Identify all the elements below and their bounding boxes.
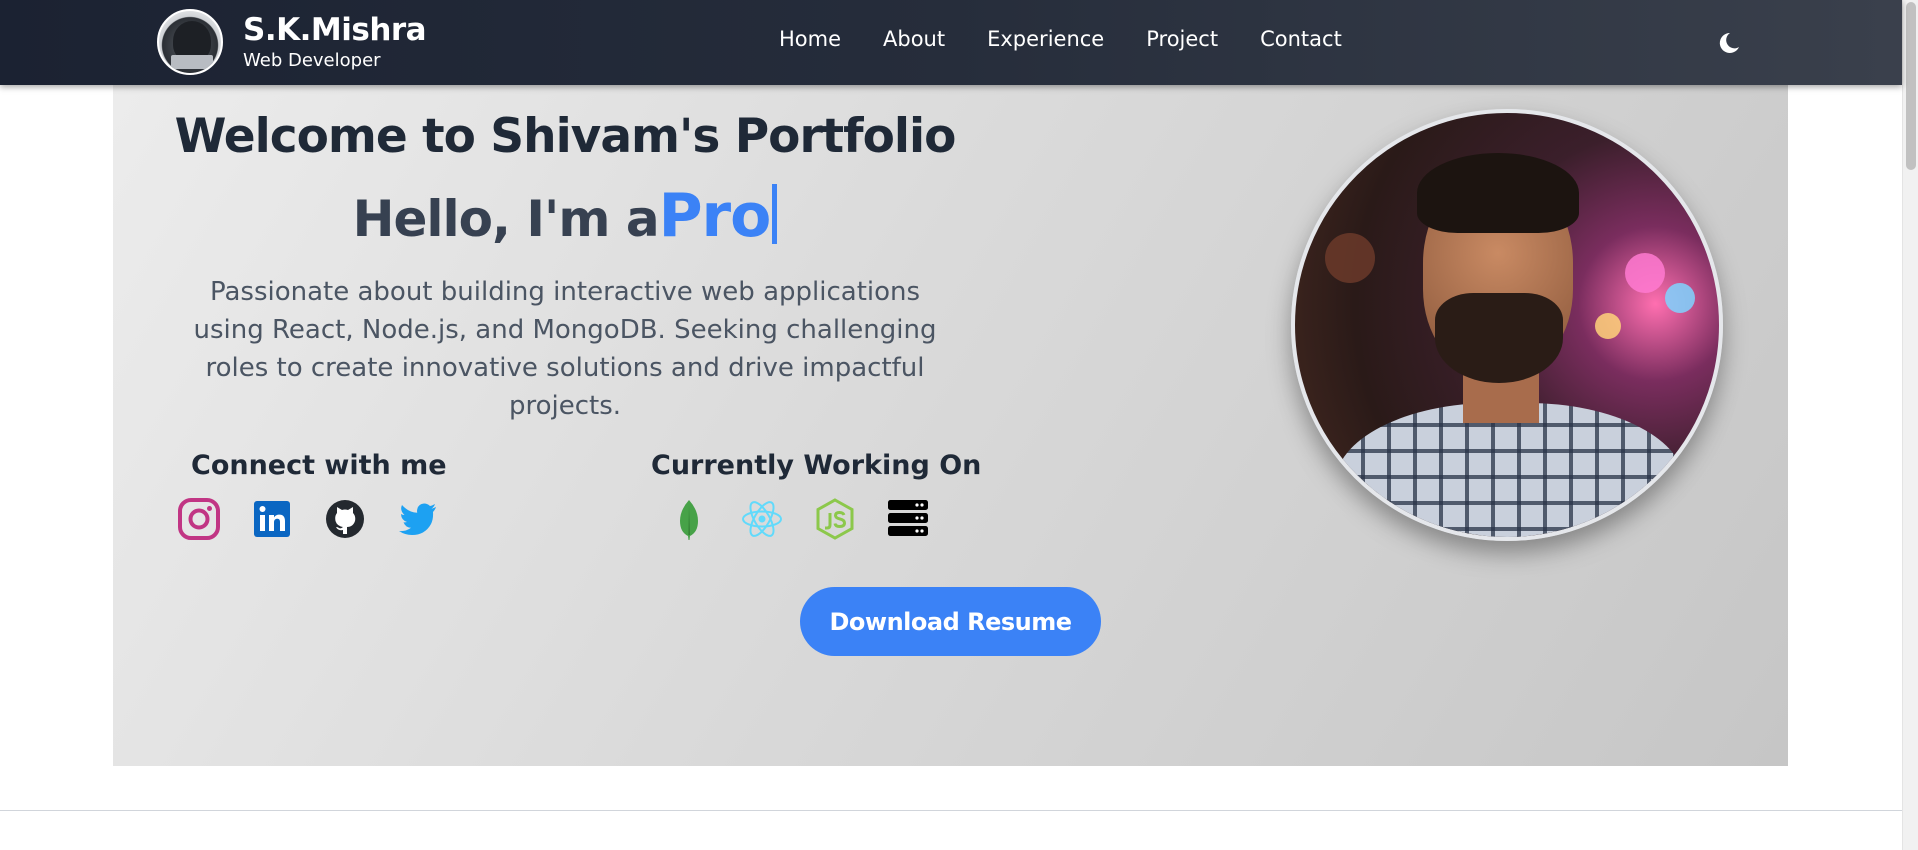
brand-role: Web Developer bbox=[243, 50, 381, 71]
nav-links: Home About Experience Project Contact bbox=[779, 24, 1384, 54]
hero-hello: Hello, I'm aPro bbox=[113, 181, 1017, 254]
hero-description: Passionate about building interactive we… bbox=[193, 277, 937, 421]
download-resume-button[interactable]: Download Resume bbox=[800, 587, 1101, 656]
profile-photo bbox=[1291, 109, 1723, 541]
avatar bbox=[157, 9, 223, 75]
hero-title: Welcome to Shivam's Portfolio bbox=[174, 109, 957, 164]
connect-title: Connect with me bbox=[191, 450, 447, 481]
hero-section: Welcome to Shivam's Portfolio Hello, I'm… bbox=[113, 85, 1788, 766]
typing-cursor bbox=[772, 184, 778, 244]
social-links bbox=[177, 497, 469, 541]
typed-role: Pro bbox=[658, 181, 772, 251]
instagram-icon[interactable] bbox=[177, 497, 221, 541]
github-icon[interactable] bbox=[323, 497, 367, 541]
nodejs-icon bbox=[813, 497, 857, 541]
linkedin-icon[interactable] bbox=[250, 497, 294, 541]
page-scrollbar[interactable] bbox=[1902, 0, 1918, 850]
hello-prefix: Hello, I'm a bbox=[352, 190, 660, 248]
nav-experience[interactable]: Experience bbox=[987, 24, 1104, 54]
working-title: Currently Working On bbox=[651, 450, 982, 481]
scrollbar-thumb[interactable] bbox=[1906, 2, 1916, 170]
section-divider bbox=[0, 810, 1902, 811]
tech-stack bbox=[667, 497, 959, 541]
nav-project[interactable]: Project bbox=[1146, 24, 1218, 54]
nav-home[interactable]: Home bbox=[779, 24, 841, 54]
mongodb-icon bbox=[667, 497, 711, 541]
brand[interactable]: S.K.Mishra Web Developer bbox=[157, 9, 427, 75]
nav-contact[interactable]: Contact bbox=[1260, 24, 1342, 54]
twitter-icon[interactable] bbox=[396, 497, 440, 541]
brand-name: S.K.Mishra bbox=[243, 12, 427, 48]
express-server-icon bbox=[886, 497, 930, 541]
nav-about[interactable]: About bbox=[883, 24, 945, 54]
navbar: S.K.Mishra Web Developer Home About Expe… bbox=[0, 0, 1902, 85]
react-icon bbox=[740, 497, 784, 541]
moon-icon[interactable] bbox=[1714, 28, 1744, 58]
